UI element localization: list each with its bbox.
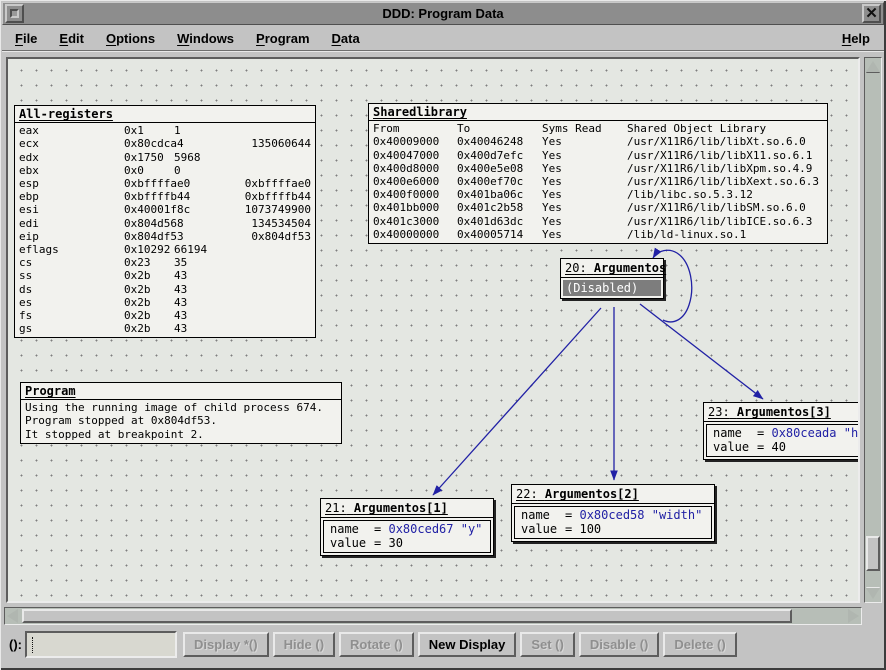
ddd-program-data-window: DDD: Program Data ✕ File Edit Options Windo… (0, 0, 886, 670)
menubar: File Edit Options Windows Program Data Help (2, 26, 884, 51)
data-display-canvas[interactable]: All-registers eax0x11ecx0x80cdca41350606… (6, 57, 860, 603)
sharedlibrary-row: 0x400d80000x400e5e08Yes/usr/X11R6/lib/li… (373, 162, 823, 175)
node-21-values: name= 0x80ced67 "y" value= 30 (323, 520, 491, 553)
titlebar[interactable]: DDD: Program Data ✕ (2, 2, 884, 25)
sharedlibrary-row: 0x400f00000x401ba06cYes/lib/libc.so.5.3.… (373, 188, 823, 201)
display-node-20-argumentos[interactable]: 20: Argumentos (Disabled) (560, 258, 664, 299)
all-registers-display[interactable]: All-registers eax0x11ecx0x80cdca41350606… (14, 105, 316, 338)
window-menu-icon (10, 9, 19, 18)
node-20-disabled-status[interactable]: (Disabled) (563, 280, 661, 296)
menu-data[interactable]: Data (332, 31, 360, 46)
sharedlibrary-row: 0x401bb0000x401c2b58Yes/usr/X11R6/lib/li… (373, 201, 823, 214)
scroll-down-icon[interactable] (866, 588, 880, 599)
horizontal-scrollbar[interactable] (4, 607, 862, 625)
menu-windows[interactable]: Windows (177, 31, 234, 46)
field-row: name= 0x80ced67 "y" (330, 522, 486, 536)
edge-20-21 (433, 308, 601, 495)
program-status-line: It stopped at breakpoint 2. (25, 428, 337, 441)
sharedlibrary-list: FromToSyms ReadShared Object Library0x40… (369, 121, 827, 243)
close-icon: ✕ (865, 6, 878, 21)
node-23-values: name= 0x80ceada "h value= 40 (706, 424, 860, 457)
program-status-line: Using the running image of child process… (25, 401, 337, 414)
field-row: name= 0x80ceada "h (713, 426, 860, 440)
register-row-fs: fs0x2b43 (19, 309, 311, 322)
sharedlibrary-row: 0x400090000x40046248Yes/usr/X11R6/lib/li… (373, 135, 823, 148)
registers-list: eax0x11ecx0x80cdca4135060644edx0x1750596… (15, 123, 315, 337)
menu-options[interactable]: Options (106, 31, 155, 46)
scroll-up-icon[interactable] (866, 61, 880, 72)
argument-field[interactable] (25, 631, 177, 658)
sharedlibrary-row: 0x400e60000x400ef70cYes/usr/X11R6/lib/li… (373, 175, 823, 188)
register-row-eflags: eflags0x1029266194 (19, 243, 311, 256)
rotate-button[interactable]: Rotate () (339, 632, 414, 657)
display-node-23-argumentos-3[interactable]: 23: Argumentos[3] name= 0x80ceada "h val… (703, 402, 860, 460)
register-row-eax: eax0x11 (19, 124, 311, 137)
display-button[interactable]: Display *() (183, 632, 269, 657)
node-22-values: name= 0x80ced58 "width" value= 100 (514, 506, 712, 539)
program-status-lines: Using the running image of child process… (21, 400, 341, 443)
sharedlibrary-row: 0x400000000x40005714Yes/lib/ld-linux.so.… (373, 228, 823, 241)
main-area: All-registers eax0x11ecx0x80cdca41350606… (2, 52, 884, 608)
argument-input[interactable] (30, 635, 170, 653)
register-row-gs: gs0x2b43 (19, 322, 311, 335)
window-title: DDD: Program Data (26, 6, 860, 21)
canvas-dot-grid: All-registers eax0x11ecx0x80cdca41350606… (8, 59, 858, 601)
new-display-button[interactable]: New Display (418, 632, 517, 657)
register-row-esp: esp0xbffffae00xbffffae0 (19, 177, 311, 190)
register-row-ebp: ebp0xbffffb440xbffffb44 (19, 190, 311, 203)
program-title: Program (21, 383, 341, 400)
register-row-es: es0x2b43 (19, 296, 311, 309)
set-button[interactable]: Set () (520, 632, 575, 657)
field-row: value= 100 (521, 522, 707, 536)
sharedlibrary-row: 0x400470000x400d7efcYes/usr/X11R6/lib/li… (373, 149, 823, 162)
menu-edit[interactable]: Edit (59, 31, 84, 46)
register-row-edx: edx0x17505968 (19, 151, 311, 164)
register-row-cs: cs0x2335 (19, 256, 311, 269)
vertical-scrollbar-thumb[interactable] (866, 536, 880, 571)
register-row-eip: eip0x804df530x804df53 (19, 230, 311, 243)
node-22-title: 22: Argumentos[2] (512, 485, 714, 504)
node-21-title: 21: Argumentos[1] (321, 499, 493, 518)
scroll-right-icon[interactable] (848, 609, 859, 623)
sharedlibrary-display[interactable]: Sharedlibrary FromToSyms ReadShared Obje… (368, 103, 828, 244)
register-row-edi: edi0x804d568134534504 (19, 217, 311, 230)
register-row-esi: esi0x40001f8c1073749900 (19, 203, 311, 216)
argument-prompt-label: (): (9, 637, 22, 652)
hide-button[interactable]: Hide () (273, 632, 335, 657)
register-row-ebx: ebx0x00 (19, 164, 311, 177)
program-status-line: Program stopped at 0x804df53. (25, 414, 337, 427)
field-row: value= 30 (330, 536, 486, 550)
sharedlibrary-row: 0x401c30000x401d63dcYes/usr/X11R6/lib/li… (373, 215, 823, 228)
program-status-display[interactable]: Program Using the running image of child… (20, 382, 342, 444)
node-20-title: 20: Argumentos (561, 259, 663, 278)
field-row: value= 40 (713, 440, 860, 454)
display-node-22-argumentos-2[interactable]: 22: Argumentos[2] name= 0x80ced58 "width… (511, 484, 715, 542)
window-menu-button[interactable] (5, 4, 24, 23)
sharedlibrary-title: Sharedlibrary (369, 104, 827, 121)
argument-toolbar: (): Display *()Hide ()Rotate ()New Displ… (2, 626, 884, 662)
vertical-scrollbar[interactable] (864, 57, 882, 603)
menu-program[interactable]: Program (256, 31, 309, 46)
display-node-21-argumentos-1[interactable]: 21: Argumentos[1] name= 0x80ced67 "y" va… (320, 498, 494, 556)
register-row-ecx: ecx0x80cdca4135060644 (19, 137, 311, 150)
register-row-ss: ss0x2b43 (19, 269, 311, 282)
disable-button[interactable]: Disable () (579, 632, 660, 657)
sharedlibrary-header-row: FromToSyms ReadShared Object Library (373, 122, 823, 135)
node-23-title: 23: Argumentos[3] (704, 403, 860, 422)
menu-help[interactable]: Help (842, 31, 870, 46)
delete-button[interactable]: Delete () (663, 632, 736, 657)
register-row-ds: ds0x2b43 (19, 283, 311, 296)
horizontal-scrollbar-thumb[interactable] (22, 609, 792, 623)
field-row: name= 0x80ced58 "width" (521, 508, 707, 522)
close-button[interactable]: ✕ (862, 4, 881, 23)
all-registers-title: All-registers (15, 106, 315, 123)
edge-20-23 (640, 304, 763, 399)
menu-file[interactable]: File (15, 31, 37, 46)
scroll-left-icon[interactable] (7, 609, 18, 623)
